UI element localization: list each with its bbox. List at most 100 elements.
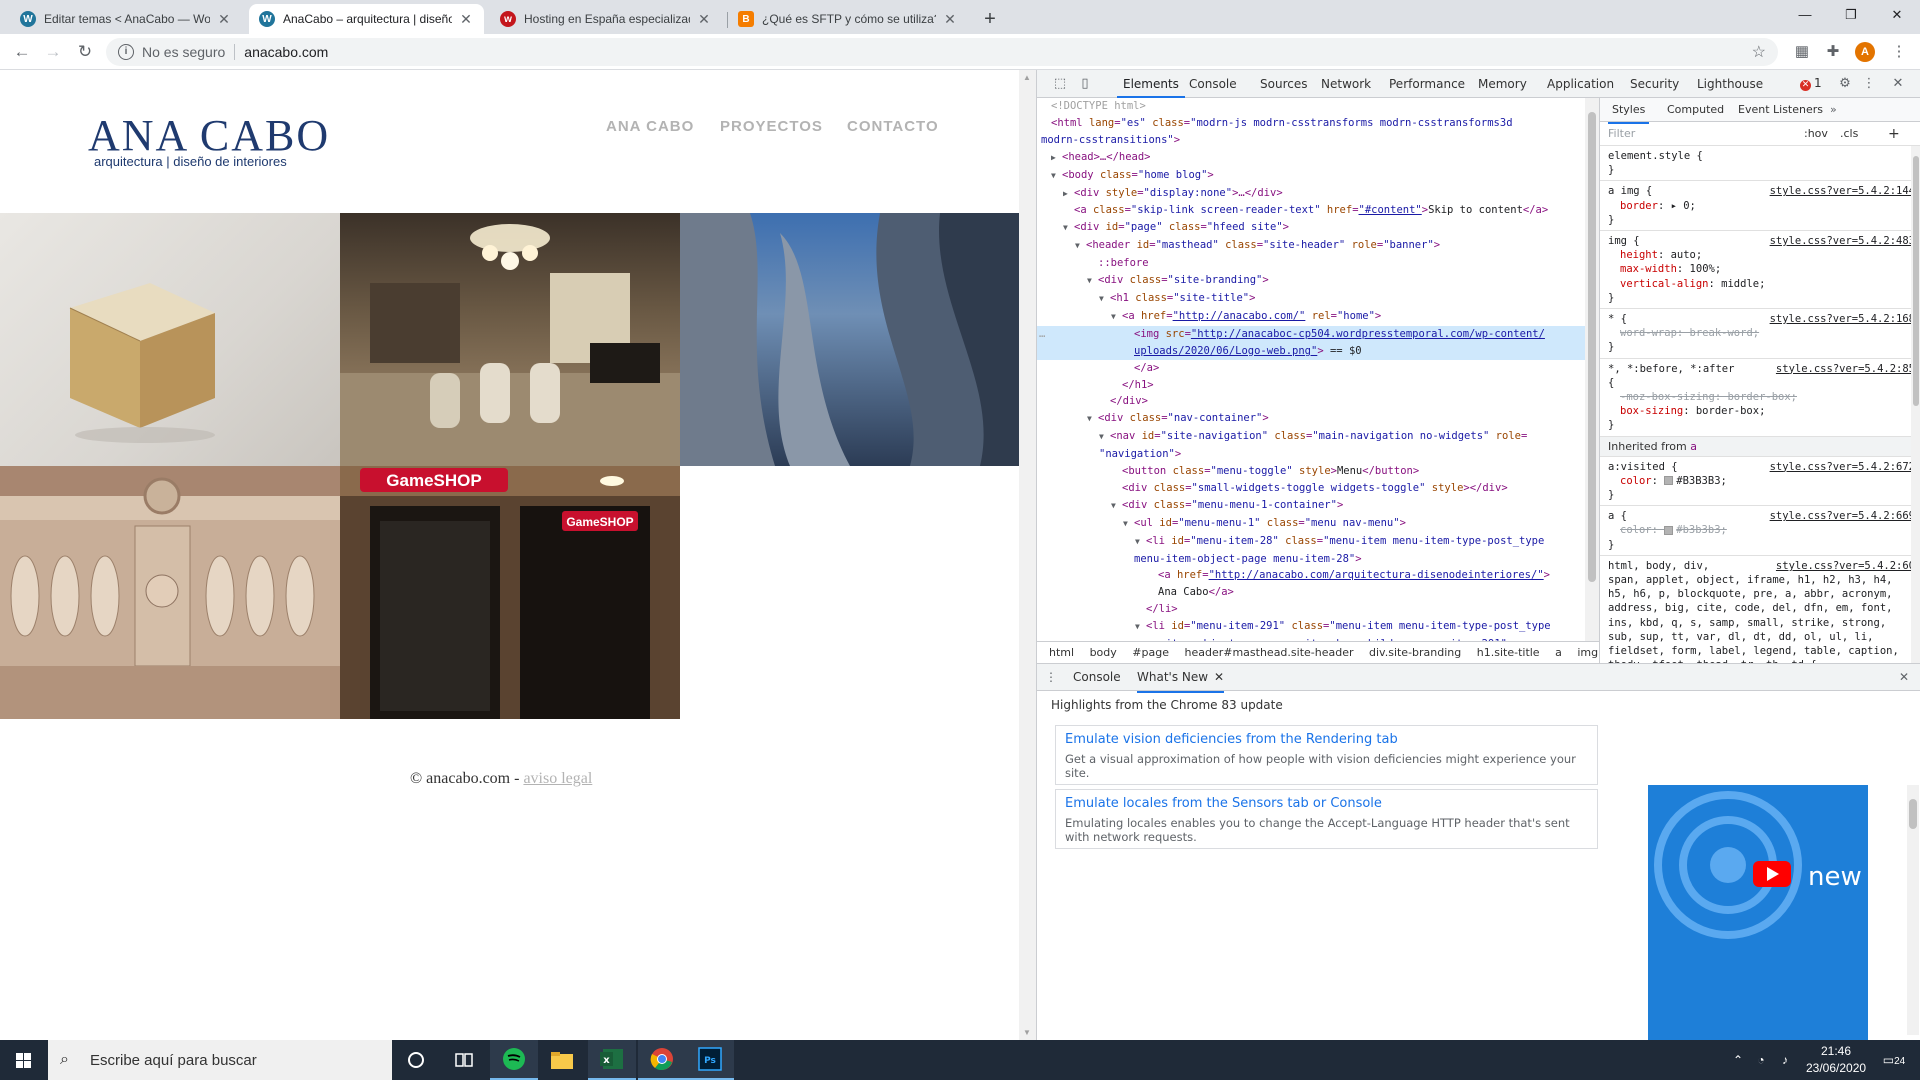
breadcrumb-item[interactable]: h1.site-title xyxy=(1477,646,1540,659)
menu-icon[interactable]: ⋮ xyxy=(1888,41,1910,63)
photoshop-icon[interactable]: Ps xyxy=(686,1040,734,1080)
extension-icon[interactable]: ▦ xyxy=(1791,41,1813,63)
volume-icon[interactable]: ♪ xyxy=(1774,1040,1796,1080)
devtools-tab-security[interactable]: Security xyxy=(1630,70,1679,98)
close-window-button[interactable]: ✕ xyxy=(1874,0,1920,30)
minimize-button[interactable]: — xyxy=(1782,0,1828,30)
breadcrumb-item[interactable]: a xyxy=(1555,646,1562,659)
close-icon[interactable]: ✕ xyxy=(942,11,958,28)
breadcrumb-item[interactable]: header#masthead.site-header xyxy=(1184,646,1353,659)
star-icon[interactable]: ☆ xyxy=(1752,42,1766,62)
devtools-tab-memory[interactable]: Memory xyxy=(1478,70,1527,98)
breadcrumb-item[interactable]: body xyxy=(1090,646,1117,659)
spotify-icon[interactable] xyxy=(490,1040,538,1080)
profile-avatar[interactable]: A xyxy=(1855,42,1875,62)
devtools-tab-lighthouse[interactable]: Lighthouse xyxy=(1697,70,1763,98)
style-rule[interactable]: html, body, div, style.css?ver=5.4.2:60 s… xyxy=(1600,556,1920,663)
devtools-tab-application[interactable]: Application xyxy=(1547,70,1614,98)
breadcrumb-item[interactable]: #page xyxy=(1132,646,1169,659)
devtools-menu-icon[interactable]: ⋮ xyxy=(1861,76,1877,92)
drawer-menu-icon[interactable]: ⋮ xyxy=(1045,664,1057,691)
cortana-icon[interactable] xyxy=(392,1040,440,1080)
notification-center[interactable]: ▭24 xyxy=(1874,1040,1914,1080)
style-rule[interactable]: img {style.css?ver=5.4.2:483 height: aut… xyxy=(1600,231,1920,310)
clock-time: 21:46 xyxy=(1820,1044,1852,1058)
hover-state-toggle[interactable]: :hov xyxy=(1804,122,1828,146)
project-tile-interior[interactable] xyxy=(340,213,680,466)
style-rule[interactable]: * {style.css?ver=5.4.2:168 word-wrap: br… xyxy=(1600,309,1920,359)
class-toggle[interactable]: .cls xyxy=(1840,122,1858,146)
card-title[interactable]: Emulate locales from the Sensors tab or … xyxy=(1065,796,1588,811)
back-button[interactable]: ← xyxy=(9,39,35,65)
drawer-tab-console[interactable]: Console xyxy=(1073,664,1121,691)
nav-contacto[interactable]: CONTACTO xyxy=(847,118,939,135)
breadcrumb-item[interactable]: html xyxy=(1049,646,1074,659)
forward-button[interactable]: → xyxy=(40,39,66,65)
breadcrumb-item[interactable]: div.site-branding xyxy=(1369,646,1461,659)
style-rule[interactable]: *, *:before, *:after style.css?ver=5.4.2:… xyxy=(1600,359,1920,437)
devtools-tab-elements[interactable]: Elements xyxy=(1117,70,1185,98)
drawer-scrollbar[interactable] xyxy=(1907,785,1919,1035)
error-counter[interactable]: ✕ 1 xyxy=(1800,76,1822,91)
legal-link[interactable]: aviso legal xyxy=(523,770,592,787)
devtools-tab-network[interactable]: Network xyxy=(1321,70,1371,98)
nav-proyectos[interactable]: PROYECTOS xyxy=(720,118,823,135)
browser-tab[interactable]: w Hosting en España especializado ✕ xyxy=(490,4,722,34)
add-rule-icon[interactable]: + xyxy=(1888,122,1900,146)
style-rule[interactable]: a {style.css?ver=5.4.2:669 color: #b3b3b… xyxy=(1600,506,1920,556)
styles-scrollbar[interactable] xyxy=(1911,146,1920,663)
devtools-tab-sources[interactable]: Sources xyxy=(1260,70,1307,98)
dom-tree-scrollbar[interactable] xyxy=(1585,98,1599,641)
more-tabs-icon[interactable]: » xyxy=(1830,98,1837,122)
inspect-element-icon[interactable]: ⬚ xyxy=(1052,76,1068,92)
device-toolbar-icon[interactable]: ▯ xyxy=(1077,76,1093,92)
project-tile-gameshop[interactable]: GameSHOP GameSHOP xyxy=(340,466,680,719)
project-tile-abstract[interactable] xyxy=(680,213,1019,466)
computed-tab[interactable]: Computed xyxy=(1667,98,1724,122)
breadcrumb-item[interactable]: img xyxy=(1577,646,1598,659)
close-icon[interactable]: ✕ xyxy=(696,11,712,28)
excel-icon[interactable]: x xyxy=(588,1040,636,1080)
browser-tab-active[interactable]: W AnaCabo – arquitectura | diseño de int… xyxy=(249,4,484,34)
info-icon[interactable]: i xyxy=(118,44,134,60)
drawer-tab-whats-new[interactable]: What's New ✕ xyxy=(1137,664,1225,693)
whats-new-video-thumbnail[interactable]: new xyxy=(1648,785,1868,1041)
page-scrollbar[interactable]: ▲ ▼ xyxy=(1019,70,1036,1040)
dom-tree[interactable]: <!DOCTYPE html> <html lang="es" class="m… xyxy=(1037,98,1585,641)
close-drawer-icon[interactable]: ✕ xyxy=(1899,664,1909,691)
url-text[interactable]: anacabo.com xyxy=(244,44,328,60)
network-icon[interactable]: ◔ xyxy=(1750,1040,1772,1080)
restore-button[interactable]: ❐ xyxy=(1828,0,1874,30)
new-tab-button[interactable]: + xyxy=(976,6,1004,34)
start-button[interactable] xyxy=(0,1040,48,1080)
tray-expand-icon[interactable]: ⌃ xyxy=(1728,1040,1748,1080)
puzzle-icon[interactable]: ✚ xyxy=(1822,41,1844,63)
browser-tab[interactable]: B ¿Qué es SFTP y cómo se utiliza? ✕ xyxy=(728,4,968,34)
project-tile-wood-cube[interactable] xyxy=(0,213,340,466)
close-icon[interactable]: ✕ xyxy=(216,11,232,28)
task-view-icon[interactable] xyxy=(440,1040,488,1080)
close-devtools-icon[interactable]: ✕ xyxy=(1890,76,1906,92)
taskbar-clock[interactable]: 21:46 23/06/2020 xyxy=(1806,1043,1866,1077)
whats-new-card[interactable]: Emulate vision deficiencies from the Ren… xyxy=(1055,725,1598,785)
style-rule[interactable]: element.style {} xyxy=(1600,146,1920,182)
nav-ana-cabo[interactable]: ANA CABO xyxy=(606,118,694,135)
devtools-tab-console[interactable]: Console xyxy=(1189,70,1237,98)
project-tile-balustrade[interactable] xyxy=(0,466,340,719)
card-title[interactable]: Emulate vision deficiencies from the Ren… xyxy=(1065,732,1588,747)
settings-gear-icon[interactable]: ⚙ xyxy=(1837,76,1853,92)
chrome-icon[interactable] xyxy=(638,1040,686,1080)
style-rule[interactable]: a img {style.css?ver=5.4.2:144 border: ▸… xyxy=(1600,181,1920,232)
event-listeners-tab[interactable]: Event Listeners xyxy=(1738,98,1823,122)
style-rule[interactable]: a:visited {style.css?ver=5.4.2:672 color… xyxy=(1600,457,1920,507)
taskbar-search[interactable]: ⌕ Escribe aquí para buscar xyxy=(48,1040,392,1080)
close-icon[interactable]: ✕ xyxy=(458,11,474,28)
browser-tab[interactable]: W Editar temas < AnaCabo — WordPress ✕ xyxy=(10,4,242,34)
reload-button[interactable]: ↻ xyxy=(72,39,98,65)
styles-filter-input[interactable]: Filter :hov .cls + xyxy=(1600,122,1920,146)
styles-tab[interactable]: Styles xyxy=(1608,98,1650,124)
devtools-tab-performance[interactable]: Performance xyxy=(1389,70,1465,98)
file-explorer-icon[interactable] xyxy=(538,1040,586,1080)
address-bar[interactable]: i No es seguro anacabo.com ☆ xyxy=(106,38,1778,66)
whats-new-card[interactable]: Emulate locales from the Sensors tab or … xyxy=(1055,789,1598,849)
